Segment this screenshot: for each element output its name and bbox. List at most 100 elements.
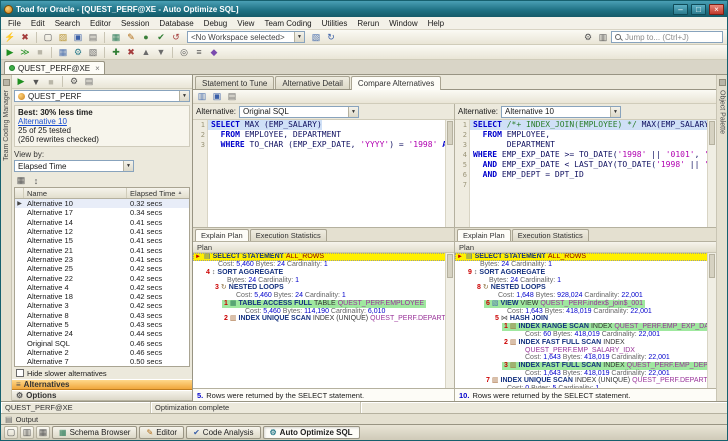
find-icon[interactable]: ◎ <box>177 46 191 59</box>
cascade-windows-icon[interactable]: ▥ <box>20 426 34 439</box>
last-record-icon[interactable]: ▼ <box>154 46 168 59</box>
window-list-icon[interactable]: ▥ <box>596 31 610 44</box>
alternative-row[interactable]: Original SQL0.46 secs <box>15 338 189 347</box>
menu-help[interactable]: Help <box>423 19 449 28</box>
alternative-row[interactable]: ▶Alternative 100.32 secs <box>15 199 189 208</box>
workspace-selector[interactable]: <No Workspace selected> ▼ <box>187 31 305 43</box>
plan-node[interactable]: 6▧VIEW VIEW QUEST_PERF.index$_join$_001 <box>455 300 716 308</box>
view-by-selector[interactable]: Elapsed Time ▼ <box>14 160 134 172</box>
sql-editor-right[interactable]: 1SELECT /*+ INDEX_JOIN(EMPLOYEE) */ MAX(… <box>455 120 716 228</box>
plan-scrollbar[interactable] <box>707 253 716 388</box>
open-workspace-icon[interactable]: ▧ <box>309 31 323 44</box>
editor-scrollbar[interactable] <box>445 120 454 227</box>
toad-home-icon[interactable]: ▢ <box>4 426 18 439</box>
plan-node[interactable]: ►▤SELECT STATEMENT ALL_ROWS <box>455 253 716 261</box>
menu-editor[interactable]: Editor <box>85 19 116 28</box>
output-panel[interactable]: ▤ Output <box>1 413 727 424</box>
execute-icon[interactable]: ▶ <box>3 46 17 59</box>
alternative-row[interactable]: Alternative 180.42 secs <box>15 292 189 301</box>
alternative-row[interactable]: Alternative 70.50 secs <box>15 357 189 366</box>
alternative-row[interactable]: Alternative 140.41 secs <box>15 218 189 227</box>
schema-browser-icon[interactable]: ▦ <box>109 31 123 44</box>
minimize-button[interactable]: – <box>673 4 688 15</box>
left-rail[interactable]: Team Coding Manager <box>1 75 12 401</box>
new-connection-icon[interactable]: ⚡ <box>3 31 17 44</box>
end-connection-icon[interactable]: ✖ <box>18 31 32 44</box>
hide-slower-checkbox[interactable] <box>16 369 24 377</box>
plan-node[interactable]: 7▥INDEX UNIQUE SCAN INDEX (UNIQUE) QUEST… <box>455 377 716 385</box>
print-comparison-icon[interactable]: ▤ <box>225 90 239 103</box>
sort-order-icon[interactable]: ↕ <box>29 174 43 187</box>
plan-node[interactable]: 1▥INDEX RANGE SCAN INDEX QUEST_PERF.EMP_… <box>455 323 716 331</box>
scrollbar-thumb[interactable] <box>709 121 715 145</box>
tab-statement-to-tune[interactable]: Statement to Tune <box>195 76 274 89</box>
alternative-row[interactable]: Alternative 80.43 secs <box>15 311 189 320</box>
export-results-icon[interactable]: ▤ <box>82 75 96 88</box>
editor-scrollbar[interactable] <box>707 120 716 227</box>
tab-explain-plan[interactable]: Explain Plan <box>457 229 511 241</box>
menu-session[interactable]: Session <box>116 19 154 28</box>
menu-view[interactable]: View <box>232 19 259 28</box>
right-rail[interactable]: Object Palette <box>716 75 727 401</box>
tab-execution-statistics[interactable]: Execution Statistics <box>512 229 589 241</box>
alternative-selector-right[interactable]: Alternative 10▼ <box>501 106 621 118</box>
plan-node[interactable]: 2▥INDEX FAST FULL SCAN INDEX <box>455 339 716 347</box>
close-tab-icon[interactable]: × <box>95 64 100 73</box>
alternative-row[interactable]: Alternative 240.44 secs <box>15 329 189 338</box>
alternative-row[interactable]: Alternative 230.41 secs <box>15 255 189 264</box>
new-file-icon[interactable]: ▢ <box>41 31 55 44</box>
tab-execution-statistics[interactable]: Execution Statistics <box>250 229 327 241</box>
explain-plan-tree-left[interactable]: ►▤SELECT STATEMENT ALL_ROWSCost: 5,460 B… <box>193 253 454 388</box>
menu-team-coding[interactable]: Team Coding <box>259 19 316 28</box>
plan-node[interactable]: 3▥INDEX FAST FULL SCAN INDEX QUEST_PERF.… <box>455 362 716 370</box>
plan-node[interactable]: 8↻NESTED LOOPS <box>455 284 716 292</box>
tab-compare-alternatives[interactable]: Compare Alternatives <box>351 76 441 90</box>
menu-edit[interactable]: Edit <box>26 19 50 28</box>
alternative-row[interactable]: Alternative 150.41 secs <box>15 236 189 245</box>
sql-editor-icon[interactable]: ✎ <box>124 31 138 44</box>
commit-icon[interactable]: ✔ <box>154 31 168 44</box>
auto-optimize-icon[interactable]: ⚙ <box>71 46 85 59</box>
taskbar-button-auto-optimize-sql[interactable]: ⚙Auto Optimize SQL <box>263 426 360 439</box>
stop-icon[interactable]: ■ <box>33 46 47 59</box>
tab-explain-plan[interactable]: Explain Plan <box>195 229 249 241</box>
alternative-selector-left[interactable]: Original SQL▼ <box>239 106 359 118</box>
save-icon[interactable]: ▣ <box>71 31 85 44</box>
tab-alternative-detail[interactable]: Alternative Detail <box>275 76 349 89</box>
add-icon[interactable]: ✚ <box>109 46 123 59</box>
alternative-row[interactable]: Alternative 50.43 secs <box>15 320 189 329</box>
rollback-icon[interactable]: ↺ <box>169 31 183 44</box>
section-options[interactable]: ⚙Options <box>12 390 192 401</box>
taskbar-button-schema-browser[interactable]: ▦Schema Browser <box>52 426 137 439</box>
alternative-row[interactable]: Alternative 30.42 secs <box>15 301 189 310</box>
tile-windows-icon[interactable]: ▦ <box>36 426 50 439</box>
options-icon[interactable]: ⚙ <box>581 31 595 44</box>
menu-debug[interactable]: Debug <box>199 19 233 28</box>
name-column-header[interactable]: Name <box>24 188 127 198</box>
connection-selector[interactable]: QUEST_PERF ▼ <box>14 90 190 102</box>
plan-node[interactable]: 2▥INDEX UNIQUE SCAN INDEX (UNIQUE) QUEST… <box>193 315 454 323</box>
menu-file[interactable]: File <box>3 19 26 28</box>
explain-plan-tree-right[interactable]: ►▤SELECT STATEMENT ALL_ROWSBytes: 24 Car… <box>455 253 716 388</box>
session-icon[interactable]: ● <box>139 31 153 44</box>
execute-as-script-icon[interactable]: ≫ <box>18 46 32 59</box>
alternative-row[interactable]: Alternative 120.41 secs <box>15 227 189 236</box>
menu-utilities[interactable]: Utilities <box>317 19 353 28</box>
jump-to-input[interactable]: Jump to... (Ctrl+J) <box>611 31 723 43</box>
refresh-icon[interactable]: ↻ <box>324 31 338 44</box>
copy-comparison-icon[interactable]: ▥ <box>195 90 209 103</box>
explain-plan-icon[interactable]: ▦ <box>56 46 70 59</box>
stop-optimization-icon[interactable]: ■ <box>44 75 58 88</box>
taskbar-button-code-analysis[interactable]: ✔Code Analysis <box>186 426 260 439</box>
plan-scrollbar[interactable] <box>445 253 454 388</box>
alternative-row[interactable]: Alternative 210.41 secs <box>15 245 189 254</box>
menu-rerun[interactable]: Rerun <box>352 19 384 28</box>
plan-node[interactable]: 9↕SORT AGGREGATE <box>455 269 716 277</box>
print-icon[interactable]: ▤ <box>86 31 100 44</box>
optimizer-settings-icon[interactable]: ⚙ <box>67 75 81 88</box>
plan-node[interactable]: 4↕SORT AGGREGATE <box>193 269 454 277</box>
menu-search[interactable]: Search <box>50 19 85 28</box>
describe-icon[interactable]: ▧ <box>86 46 100 59</box>
document-tab[interactable]: QUEST_PERF@XE × <box>4 61 105 74</box>
alternative-row[interactable]: Alternative 40.42 secs <box>15 283 189 292</box>
